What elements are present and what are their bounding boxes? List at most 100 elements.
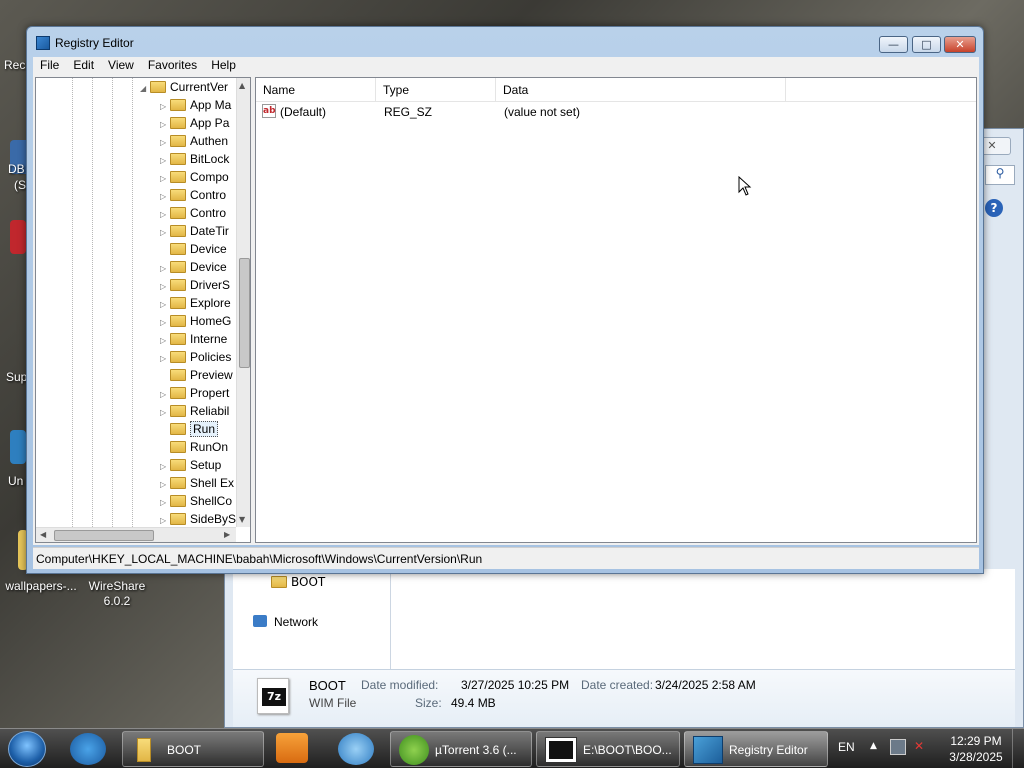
expand-arrow-icon[interactable]: ▷ [160,210,170,219]
tree-item[interactable]: RunOn [160,440,228,458]
tree-item[interactable]: ▷ ShellCo [160,494,232,512]
registry-values-list[interactable]: Name Type Data ab (Default) REG_SZ (valu… [255,77,977,543]
show-desktop-button[interactable] [1012,729,1024,768]
expand-arrow-icon[interactable]: ▷ [160,300,170,309]
tree-item[interactable]: ▷ Contro [160,188,226,206]
desktop-icon-wireshare-label[interactable]: WireShare 6.0.2 [84,579,150,609]
nav-item-network[interactable]: Network [253,615,318,629]
desktop-partial-label-sup[interactable]: Sup [6,370,27,384]
expand-arrow-icon[interactable]: ▷ [160,192,170,201]
minimize-button[interactable]: — [879,36,908,53]
expand-arrow-icon[interactable]: ▷ [160,138,170,147]
nav-item-boot[interactable]: BOOT [271,575,325,589]
expand-arrow-icon[interactable]: ▷ [160,264,170,273]
explorer-search-icon[interactable]: ⚲ [985,165,1015,185]
registry-editor-window[interactable]: Registry Editor — □ ✕ File Edit View Fav… [26,26,984,574]
desktop-partial-label-db[interactable]: DB [8,162,25,176]
explorer-file-list[interactable] [391,569,1015,669]
column-header-type[interactable]: Type [376,78,496,102]
menu-favorites[interactable]: Favorites [141,57,204,75]
expand-arrow-icon[interactable]: ▷ [160,228,170,237]
tree-item[interactable]: ▷ DateTir [160,224,229,242]
menu-edit[interactable]: Edit [66,57,101,75]
tree-hscroll-thumb[interactable] [54,530,154,541]
desktop-app-icon[interactable] [10,220,26,254]
registry-key-tree[interactable]: ◢ CurrentVer ▷ App Ma ▷ App Pa ▷ Authen ▷ BitLoc… [35,77,251,543]
tree-item[interactable]: ▷ Contro [160,206,226,224]
tree-item-label: Authen [190,134,229,148]
desktop-icon-wallpapers-label[interactable]: wallpapers-... [4,579,78,593]
tree-item[interactable]: ▷ Authen [160,134,228,152]
tree-item[interactable]: ▷ Reliabil [160,404,229,422]
expand-arrow-icon[interactable]: ▷ [160,174,170,183]
tree-item[interactable]: Preview [160,368,233,386]
expand-arrow-icon[interactable]: ▷ [160,498,170,507]
collapse-arrow-icon[interactable]: ◢ [140,84,150,93]
tree-item[interactable]: ▷ BitLock [160,152,229,170]
expand-arrow-icon[interactable]: ▷ [160,408,170,417]
expand-arrow-icon[interactable]: ▷ [160,462,170,471]
tree-item[interactable]: Run [160,421,219,440]
system-clock[interactable]: 12:29 PM 3/28/2025 [944,733,1008,765]
tree-item-parent[interactable]: ◢ CurrentVer [140,80,228,98]
expand-arrow-icon[interactable]: ▷ [160,516,170,525]
value-row[interactable]: ab (Default) REG_SZ (value not set) [256,102,976,122]
desktop-partial-label-recycle[interactable]: Rec [4,58,25,72]
language-indicator[interactable]: EN [838,740,855,754]
desktop-uninstaller-icon[interactable] [10,430,26,464]
menu-help[interactable]: Help [204,57,243,75]
tree-item[interactable]: ▷ Policies [160,350,231,368]
internet-explorer-icon[interactable] [70,733,106,765]
tree-item[interactable]: ▷ Compo [160,170,229,188]
taskbar-item-utorrent[interactable]: µTorrent 3.6 (... [390,731,532,767]
regedit-titlebar[interactable]: Registry Editor — □ ✕ [27,27,983,57]
menu-view[interactable]: View [101,57,141,75]
media-player-icon[interactable] [276,733,308,763]
tree-item[interactable]: ▷ Setup [160,458,221,476]
tree-item[interactable]: ▷ App Pa [160,116,229,134]
help-icon[interactable]: ? [985,199,1003,217]
folder-icon [170,405,186,417]
desktop-partial-label-un[interactable]: Un [8,474,23,488]
network-status-icon[interactable] [890,739,906,755]
scroll-right-arrow-icon[interactable]: ▶ [224,530,230,539]
tree-item-label: Shell Ex [190,476,235,490]
expand-arrow-icon[interactable]: ▷ [160,390,170,399]
tree-item[interactable]: ▷ Interne [160,332,227,350]
column-header-name[interactable]: Name [256,78,376,102]
tree-item[interactable]: Device [160,242,227,260]
column-header-empty [786,78,976,102]
tree-item[interactable]: ▷ HomeG [160,314,231,332]
expand-arrow-icon[interactable]: ▷ [160,318,170,327]
column-header-data[interactable]: Data [496,78,786,102]
expand-arrow-icon[interactable]: ▷ [160,480,170,489]
tree-item[interactable]: ▷ Propert [160,386,229,404]
show-hidden-icons-icon[interactable]: ▲ [870,741,877,751]
taskbar-item-registry-editor[interactable]: Registry Editor [684,731,828,767]
start-button-icon[interactable] [8,731,46,767]
tree-item[interactable]: ▷ Shell Ex [160,476,234,494]
tree-vertical-scrollbar[interactable]: ▲ ▼ [236,78,250,527]
expand-arrow-icon[interactable]: ▷ [160,354,170,363]
tree-item[interactable]: ▷ Explore [160,296,231,314]
taskbar-item-boot-folder[interactable]: BOOT [122,731,264,767]
maximize-button[interactable]: □ [912,36,941,53]
tree-item[interactable]: ▷ App Ma [160,98,231,116]
expand-arrow-icon[interactable]: ▷ [160,282,170,291]
scroll-down-arrow-icon[interactable]: ▼ [239,515,245,524]
expand-arrow-icon[interactable]: ▷ [160,156,170,165]
tree-vscroll-thumb[interactable] [239,258,250,368]
scroll-left-arrow-icon[interactable]: ◀ [40,530,46,539]
tree-item[interactable]: ▷ Device [160,260,227,278]
scroll-up-arrow-icon[interactable]: ▲ [239,81,245,90]
browser-icon[interactable] [338,733,374,765]
volume-muted-icon[interactable]: ✕ [914,739,932,755]
menu-file[interactable]: File [33,57,66,75]
expand-arrow-icon[interactable]: ▷ [160,102,170,111]
expand-arrow-icon[interactable]: ▷ [160,120,170,129]
expand-arrow-icon[interactable]: ▷ [160,336,170,345]
close-button[interactable]: ✕ [944,36,976,53]
taskbar-item-7zip[interactable]: E:\BOOT\BOO... [536,731,680,767]
tree-horizontal-scrollbar[interactable]: ◀ ▶ [36,527,236,542]
tree-item[interactable]: ▷ DriverS [160,278,230,296]
